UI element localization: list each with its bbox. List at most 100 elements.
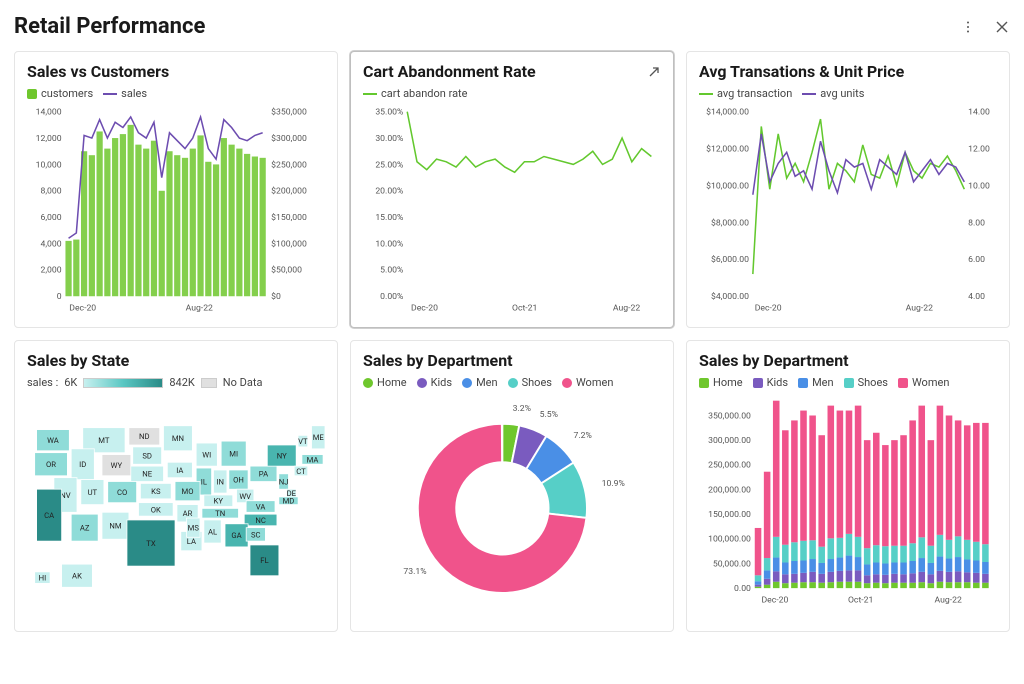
card-title: Sales by Department [699,351,997,370]
svg-text:Aug-22: Aug-22 [186,304,213,314]
svg-text:$4,000.00: $4,000.00 [711,291,749,302]
svg-text:150,000.00: 150,000.00 [708,510,751,520]
dept-pie-chart: 3.2% 5.5% 7.2% 10.9% 73.1% [363,393,661,619]
svg-text:7.2%: 7.2% [574,432,592,442]
page-title: Retail Performance [14,14,205,39]
svg-text:14.00: 14.00 [968,108,990,118]
legend: Home Kids Men Shoes Women [699,376,997,389]
card-cart-abandonment: Cart Abandonment Rate cart abandon rate … [350,51,674,328]
gradient-bar [83,378,163,388]
card-title: Cart Abandonment Rate [363,62,661,81]
avg-trans-chart: $4,000.00 $6,000.00 $8,000.00 $10,000.00 $12… [699,104,997,315]
svg-text:Dec-20: Dec-20 [69,304,96,314]
svg-text:$6,000.00: $6,000.00 [711,254,749,265]
svg-text:100,000.00: 100,000.00 [708,535,751,545]
svg-text:Dec-20: Dec-20 [761,596,788,606]
card-sales-dept-bar: Sales by Department Home Kids Men Shoes … [686,340,1010,632]
svg-text:250,000.00: 250,000.00 [708,461,751,471]
svg-text:0.00: 0.00 [734,584,751,594]
svg-text:0: 0 [57,292,62,302]
card-sales-dept-pie: Sales by Department Home Kids Men Shoes … [350,340,674,632]
svg-text:Dec-20: Dec-20 [411,304,438,314]
cart-abandon-chart: 0.00%5.00%10.00%15.00%20.00%25.00%30.00%… [363,104,661,315]
legend-men: Men [812,376,834,389]
svg-text:6.00: 6.00 [968,255,985,265]
svg-text:200,000.00: 200,000.00 [708,486,751,496]
legend: avg transaction avg units [699,87,997,100]
svg-text:Oct-21: Oct-21 [512,304,537,314]
svg-text:35.00%: 35.00% [375,108,403,118]
dept-bar-chart: 0.00 50,000.00 100,000.00 150,000.00 200,000… [699,393,997,609]
svg-text:$150,000: $150,000 [271,212,307,223]
svg-text:10,000: 10,000 [36,160,62,170]
svg-text:15.00%: 15.00% [375,213,403,223]
legend-women: Women [912,376,949,389]
svg-text:$8,000.00: $8,000.00 [711,217,749,228]
legend-women: Women [576,376,613,389]
legend: cart abandon rate [363,87,661,100]
svg-text:14,000: 14,000 [36,108,62,118]
card-avg-transactions: Avg Transations & Unit Price avg transac… [686,51,1010,328]
legend: customers sales [27,87,325,100]
svg-text:4.00: 4.00 [968,292,985,302]
svg-text:$300,000: $300,000 [271,133,307,144]
svg-text:12.00: 12.00 [968,144,990,154]
map-legend: sales : 6K 842K No Data [27,376,325,389]
map-legend-nodata: No Data [223,376,263,389]
svg-text:Aug-22: Aug-22 [935,596,962,606]
header-actions [960,19,1010,35]
svg-text:73.1%: 73.1% [403,567,426,577]
more-icon[interactable] [960,19,976,35]
svg-text:0.00%: 0.00% [380,292,403,302]
nodata-swatch [201,378,217,388]
svg-text:$14,000.00: $14,000.00 [706,107,749,118]
legend-men: Men [476,376,498,389]
svg-text:$50,000: $50,000 [271,265,302,276]
card-title: Avg Transations & Unit Price [699,62,997,81]
legend-home: Home [713,376,743,389]
legend-home: Home [377,376,407,389]
svg-text:300,000.00: 300,000.00 [708,437,751,447]
svg-text:6,000: 6,000 [40,213,61,223]
map-legend-label: sales : [27,376,58,389]
svg-text:4,000: 4,000 [40,239,61,249]
map-legend-min: 6K [64,376,77,389]
expand-icon[interactable] [647,64,661,83]
legend-sales: sales [121,87,147,100]
svg-text:350,000.00: 350,000.00 [708,412,751,422]
svg-text:12,000: 12,000 [36,134,62,144]
legend-kids: Kids [767,376,788,389]
legend-customers: customers [41,87,93,100]
legend: Home Kids Men Shoes Women [363,376,661,389]
svg-text:5.00%: 5.00% [380,266,403,276]
legend-trans: avg transaction [717,87,792,100]
svg-text:$12,000.00: $12,000.00 [706,143,749,154]
legend-rate: cart abandon rate [381,87,468,100]
svg-text:Dec-20: Dec-20 [755,304,782,314]
svg-text:20.00%: 20.00% [375,187,403,197]
card-sales-vs-customers: Sales vs Customers customers sales 02,00… [14,51,338,328]
map-legend-max: 842K [169,376,194,389]
svg-text:Oct-21: Oct-21 [848,596,873,606]
sales-customers-chart: 02,0004,0006,0008,00010,00012,00014,000$… [27,104,325,315]
svg-text:Aug-22: Aug-22 [906,304,933,314]
close-icon[interactable] [994,19,1010,35]
svg-text:Aug-22: Aug-22 [613,304,640,314]
card-title: Sales by Department [363,351,661,370]
card-title: Sales by State [27,351,325,370]
us-map: WAMTNDMNIDWYSDWIMIORNEIAILINOHPANYVTMEMA… [27,395,325,611]
svg-text:$250,000: $250,000 [271,159,307,170]
svg-text:10.9%: 10.9% [602,480,625,490]
svg-text:8,000: 8,000 [40,187,61,197]
legend-shoes: Shoes [522,376,552,389]
svg-text:50,000.00: 50,000.00 [713,560,751,570]
svg-text:3.2%: 3.2% [513,404,531,414]
svg-text:5.5%: 5.5% [540,411,558,421]
svg-text:$350,000: $350,000 [271,107,307,118]
card-sales-by-state: Sales by State sales : 6K 842K No Data W… [14,340,338,632]
svg-text:$0: $0 [271,291,281,302]
svg-text:8.00: 8.00 [968,218,985,228]
svg-text:$100,000: $100,000 [271,238,307,249]
svg-text:$200,000: $200,000 [271,186,307,197]
svg-text:$10,000.00: $10,000.00 [706,180,749,191]
